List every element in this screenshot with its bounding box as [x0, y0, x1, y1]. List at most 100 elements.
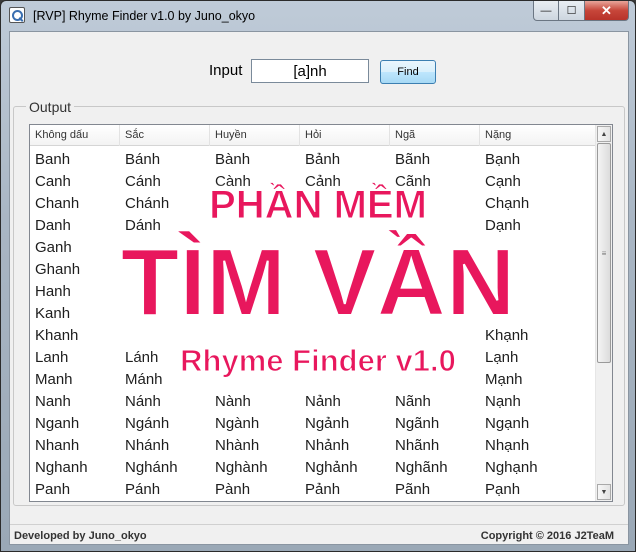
table-cell: Ngãnh — [395, 415, 440, 432]
table-cell: Nghãnh — [395, 459, 448, 476]
table-row[interactable]: Manh Mánh Mạnh — [30, 369, 596, 391]
table-cell: Khạnh — [485, 327, 529, 344]
table-cell: Cánh — [125, 173, 161, 190]
table-cell: Mánh — [125, 371, 163, 388]
table-cell: Nhanh — [35, 437, 80, 454]
table-row[interactable]: Ghanh — [30, 259, 596, 281]
table-cell — [300, 303, 390, 325]
table-cell — [390, 281, 480, 303]
table-row[interactable]: Chanh Chánh Chạnh — [30, 193, 596, 215]
table-cell — [120, 303, 210, 325]
close-button[interactable]: ✕ — [585, 1, 629, 21]
column-header-khong-dau[interactable]: Không dấu — [30, 125, 120, 146]
magnifier-icon[interactable] — [9, 7, 25, 23]
table-cell: Ngảnh — [305, 415, 350, 432]
table-cell — [300, 237, 390, 259]
table-cell — [210, 237, 300, 259]
column-header-sac[interactable]: Sắc — [120, 125, 210, 146]
table-row[interactable]: Banh Bánh Bành Bảnh Bãnh Bạnh — [30, 149, 596, 171]
table-cell — [480, 281, 570, 303]
results-list[interactable]: Không dấu Sắc Huyền Hỏi Ngã Nặng Banh Bán… — [29, 124, 613, 502]
table-row[interactable]: Kanh — [30, 303, 596, 325]
table-cell: Nhảnh — [305, 437, 350, 454]
table-cell: Ngánh — [125, 415, 170, 432]
vertical-scrollbar[interactable]: ▲ ≡ ▼ — [595, 125, 612, 501]
table-cell: Bành — [215, 151, 251, 168]
table-row[interactable]: Nganh Ngánh Ngành Ngảnh Ngãnh Ngạnh — [30, 413, 596, 435]
table-cell: Bánh — [125, 151, 161, 168]
table-cell — [300, 369, 390, 391]
table-cell — [390, 369, 480, 391]
table-cell — [120, 259, 210, 281]
results-body: Banh Bánh Bành Bảnh Bãnh Bạnh Canh Cánh Cành Cảnh… — [30, 149, 596, 501]
table-cell — [120, 325, 210, 347]
table-cell: Canh — [35, 173, 71, 190]
table-row[interactable]: Ganh — [30, 237, 596, 259]
table-cell — [390, 347, 480, 369]
scrollbar-thumb[interactable]: ≡ — [597, 143, 611, 363]
table-cell — [390, 237, 480, 259]
table-cell: Nạnh — [485, 393, 521, 410]
table-row[interactable]: Nhanh Nhánh Nhành Nhảnh Nhãnh Nhạnh — [30, 435, 596, 457]
table-cell: Cành — [215, 173, 251, 190]
table-cell: Nảnh — [305, 393, 341, 410]
arrow-down-icon[interactable]: ▼ — [597, 484, 611, 500]
window-controls: — ☐ ✕ — [533, 1, 629, 21]
table-row[interactable]: Panh Pánh Pành Pảnh Pãnh Pạnh — [30, 479, 596, 501]
table-cell: Lanh — [35, 349, 69, 366]
status-bar: Developed by Juno_okyo Copyright © 2016 … — [10, 524, 628, 544]
table-cell: Danh — [35, 217, 71, 234]
table-cell — [390, 193, 480, 215]
column-header-nang[interactable]: Nặng — [480, 125, 596, 146]
table-cell — [300, 193, 390, 215]
client-area: Input Find Output Không dấu Sắc Huyền Hỏ… — [9, 31, 629, 545]
table-row[interactable]: Nghanh Nghánh Nghành Nghảnh Nghãnh Nghạnh — [30, 457, 596, 479]
table-cell — [390, 325, 480, 347]
table-cell: Bãnh — [395, 151, 431, 168]
table-cell: Cảnh — [305, 173, 341, 190]
table-cell: Nghanh — [35, 459, 88, 476]
table-cell: Ghanh — [35, 261, 81, 278]
arrow-up-icon[interactable]: ▲ — [597, 126, 611, 142]
find-button[interactable]: Find — [380, 60, 436, 84]
table-cell: Banh — [35, 151, 71, 168]
table-row[interactable]: Danh Dánh Dạnh — [30, 215, 596, 237]
title-bar[interactable]: [RVP] Rhyme Finder v1.0 by Juno_okyo — ☐… — [1, 1, 635, 31]
table-row[interactable]: Lanh Lánh Lạnh — [30, 347, 596, 369]
table-cell: Cạnh — [485, 173, 521, 190]
table-cell: Panh — [35, 481, 71, 498]
table-cell — [210, 303, 300, 325]
table-cell: Nhạnh — [485, 437, 530, 454]
table-row[interactable]: Khanh Khạnh — [30, 325, 596, 347]
table-cell — [390, 259, 480, 281]
table-cell: Manh — [35, 371, 73, 388]
input-label: Input — [209, 62, 243, 79]
column-header-hoi[interactable]: Hỏi — [300, 125, 390, 146]
minimize-button[interactable]: — — [533, 1, 559, 21]
table-cell — [390, 215, 480, 237]
table-cell: Bảnh — [305, 151, 341, 168]
table-cell: Ngạnh — [485, 415, 530, 432]
maximize-button[interactable]: ☐ — [559, 1, 585, 21]
table-cell: Lánh — [125, 349, 159, 366]
table-cell: Pãnh — [395, 481, 431, 498]
table-cell: Dánh — [125, 217, 161, 234]
window-title: [RVP] Rhyme Finder v1.0 by Juno_okyo — [33, 9, 256, 23]
column-header-nga[interactable]: Ngã — [390, 125, 480, 146]
table-cell: Khanh — [35, 327, 79, 344]
column-header-huyen[interactable]: Huyền — [210, 125, 300, 146]
table-cell — [210, 347, 300, 369]
results-header: Không dấu Sắc Huyền Hỏi Ngã Nặng — [30, 125, 596, 146]
table-cell: Nánh — [125, 393, 161, 410]
table-cell — [210, 369, 300, 391]
table-row[interactable]: Canh Cánh Cành Cảnh Cãnh Cạnh — [30, 171, 596, 193]
rhyme-input[interactable] — [251, 59, 369, 83]
table-cell: Lạnh — [485, 349, 519, 366]
table-row[interactable]: Nanh Nánh Nành Nảnh Nãnh Nạnh — [30, 391, 596, 413]
table-cell: Pảnh — [305, 481, 341, 498]
table-row[interactable]: Hanh — [30, 281, 596, 303]
table-cell — [480, 259, 570, 281]
table-cell: Chạnh — [485, 195, 530, 212]
table-cell — [210, 281, 300, 303]
table-cell: Cãnh — [395, 173, 431, 190]
